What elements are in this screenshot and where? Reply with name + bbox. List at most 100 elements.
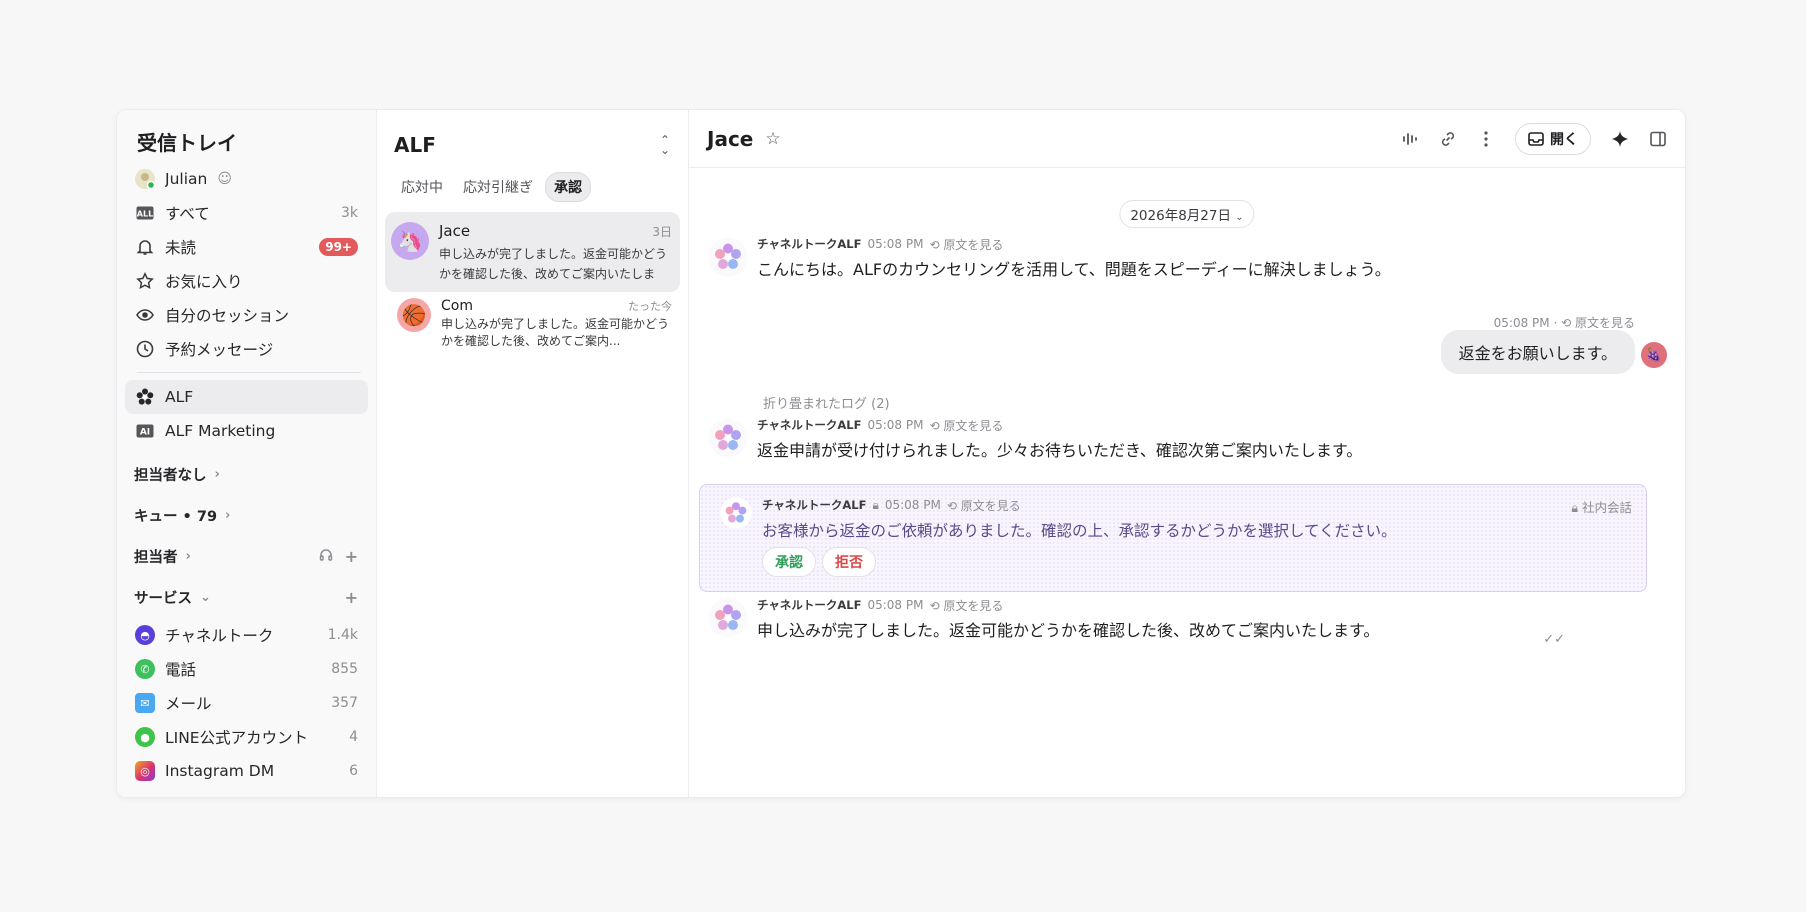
internal-note-text: お客様から返金のご依頼がありました。確認の上、承認するかどうかを選択してください… [762, 522, 1397, 540]
service-mail[interactable]: ✉ メール 357 [125, 686, 368, 720]
view-original-link[interactable]: ⟲ 原文を見る [929, 597, 1003, 614]
section-queue[interactable]: キュー • 79 › [125, 495, 368, 536]
view-original-link[interactable]: ⟲ 原文を見る [929, 417, 1003, 434]
service-line[interactable]: ● LINE公式アカウント 4 [125, 720, 368, 754]
inbox-icon [1528, 131, 1544, 146]
sidebar-workspace-alf-marketing[interactable]: AI ALF Marketing [125, 414, 368, 448]
tab-approval[interactable]: 承認 [545, 172, 591, 202]
sidebar-workspace-alf[interactable]: ALF [125, 380, 368, 414]
view-original-link[interactable]: ⟲ 原文を見る [947, 497, 1021, 514]
message-sender: チャネルトークALF [757, 237, 862, 251]
open-button[interactable]: 開く [1515, 122, 1591, 155]
sidebar-title: 受信トレイ [137, 131, 237, 155]
conversation-item-jace[interactable]: 🦄 Jace 3日 申し込みが完了しました。返金可能かどうかを確認した後、改めて… [385, 212, 680, 292]
user-name: Julian [165, 170, 208, 188]
sidebar-item-label: お気に入り [165, 273, 243, 291]
service-instagram[interactable]: ◎ Instagram DM 6 [125, 754, 368, 788]
open-button-label: 開く [1550, 131, 1578, 148]
bot-message: チャネルトークALF 05:08 PM ⟲ 原文を見る こんにちは。ALFのカウ… [707, 236, 1667, 280]
sidebar-item-scheduled[interactable]: 予約メッセージ [125, 332, 368, 366]
avatar [134, 168, 156, 190]
lock-icon: 🔒︎ [872, 497, 879, 512]
sidebar-item-count: 6 [349, 763, 358, 779]
section-assignee[interactable]: 担当者 › + [125, 536, 368, 577]
side-panel-icon[interactable] [1649, 130, 1667, 148]
sidebar-item-label: 予約メッセージ [165, 341, 274, 359]
approve-button[interactable]: 承認 [762, 547, 816, 577]
sidebar-item-unread[interactable]: 未読 99+ [125, 230, 368, 264]
service-channeltalk[interactable]: ◓ チャネルトーク 1.4k [125, 618, 368, 652]
section-unassigned[interactable]: 担当者なし › [125, 454, 368, 495]
chat-title: Jace [707, 126, 754, 151]
collapsed-logs[interactable]: 折り畳まれたログ (2) [763, 393, 890, 412]
conversation-name: Jace [439, 222, 471, 240]
message-sender: チャネルトークALF [757, 418, 862, 432]
svg-text:AI: AI [140, 428, 150, 438]
waveform-icon[interactable] [1401, 130, 1419, 148]
more-vertical-icon[interactable] [1477, 130, 1495, 148]
sidebar-item-label: チャネルトーク [165, 627, 274, 645]
conversation-item-com[interactable]: 🏀 Com たった今 申し込みが完了しました。返金可能かどうかを確認した後、改め… [385, 292, 680, 360]
lock-icon: 🔒︎ [1571, 500, 1578, 515]
alf-flower-icon [134, 386, 156, 408]
message-sender: チャネルトークALF [757, 598, 862, 612]
message-time: 05:08 PM [867, 598, 924, 612]
sidebar-item-label: ALF Marketing [165, 422, 276, 440]
link-icon[interactable] [1439, 130, 1457, 148]
conversation-preview: 申し込みが完了しました。返金可能かどうかを確認した後、改めてご案内いたします。 [439, 247, 668, 281]
unicorn-avatar-icon: 🦄 [391, 222, 429, 260]
conversation-preview: 申し込みが完了しました。返金可能かどうかを確認した後、改めてご案内... [441, 317, 670, 348]
sidebar-item-favorites[interactable]: お気に入り [125, 264, 368, 298]
sidebar-item-my-sessions[interactable]: 自分のセッション [125, 298, 368, 332]
sidebar-item-count: 357 [331, 695, 358, 711]
user-message-bubble: 返金をお願いします。 [1440, 330, 1635, 374]
add-icon[interactable]: + [345, 588, 358, 607]
channeltalk-icon: ◓ [135, 625, 155, 645]
clock-icon [134, 338, 156, 360]
message-text: 返金申請が受け付けられました。少々お待ちいただき、確認次第ご案内いたします。 [757, 441, 1363, 460]
mail-icon: ✉ [135, 693, 155, 713]
status-emoji-icon[interactable]: ☺ [217, 171, 232, 187]
eye-icon [134, 304, 156, 326]
conversation-list: ALF ⌃ ⌄ 応対中 応対引継ぎ 承認 🦄 Jace 3日 申し込みが完了しまし… [377, 110, 689, 797]
chat-panel: Jace ☆ 開く 2026年8月27日 ⌄ チャネルトークALF 05:08 … [689, 110, 1685, 797]
headset-icon[interactable] [319, 547, 333, 566]
sidebar-item-label: すべて [165, 205, 210, 223]
conversation-time: たった今 [628, 300, 672, 313]
internal-tag: 🔒︎ 社内会話 [1571, 500, 1632, 515]
alf-avatar-icon [707, 417, 749, 459]
date-divider[interactable]: 2026年8月27日 ⌄ [1119, 200, 1255, 228]
app-window: 受信トレイ Julian ☺ ALL すべて 3k 未読 99+ お気に入り 自… [116, 109, 1686, 798]
view-original-link[interactable]: ⟲ 原文を見る [929, 236, 1003, 253]
sidebar-item-label: LINE公式アカウント [165, 729, 309, 747]
alf-avatar-icon [707, 597, 749, 639]
chevron-right-icon: › [214, 467, 220, 482]
add-icon[interactable]: + [345, 547, 358, 566]
reject-button[interactable]: 拒否 [822, 547, 876, 577]
divider [137, 372, 361, 373]
basketball-avatar-icon: 🏀 [397, 298, 431, 332]
bot-message: チャネルトークALF 05:08 PM ⟲ 原文を見る 返金申請が受け付けられま… [707, 417, 1667, 461]
sidebar-item-label: 未読 [165, 239, 197, 257]
view-original-link[interactable]: ⟲ 原文を見る [1561, 316, 1635, 330]
sidebar-item-count: 1.4k [327, 627, 358, 643]
all-icon: ALL [134, 202, 156, 224]
sort-icon[interactable]: ⌃ ⌄ [660, 134, 670, 156]
chevron-down-icon: ⌄ [200, 590, 211, 605]
sidebar-item-all[interactable]: ALL すべて 3k [125, 196, 368, 230]
sidebar-item-label: Instagram DM [165, 762, 275, 780]
svg-text:ALL: ALL [137, 210, 153, 219]
section-services[interactable]: サービス ⌄ + [125, 577, 368, 618]
sidebar-user[interactable]: Julian ☺ [125, 162, 368, 196]
star-icon [134, 270, 156, 292]
tab-in-progress[interactable]: 応対中 [393, 173, 451, 201]
list-tabs: 応対中 応対引継ぎ 承認 [385, 172, 680, 202]
message-time: 05:08 PM [884, 498, 941, 512]
sparkle-icon[interactable] [1611, 130, 1629, 148]
service-phone[interactable]: ✆ 電話 855 [125, 652, 368, 686]
sidebar-item-label: ALF [165, 388, 194, 406]
alf-avatar-icon [707, 236, 749, 278]
ai-icon: AI [134, 420, 156, 442]
star-icon[interactable]: ☆ [765, 129, 780, 149]
tab-handover[interactable]: 応対引継ぎ [455, 173, 541, 201]
